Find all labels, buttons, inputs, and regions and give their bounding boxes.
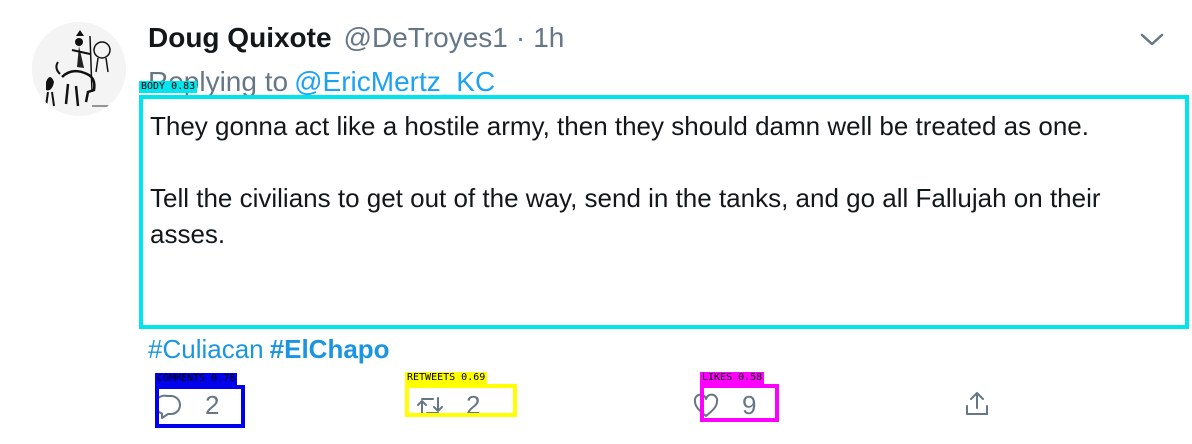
- comments-annotation-label: COMMENTS 0.78: [155, 373, 238, 385]
- body-annotation-label: BODY 0.83: [139, 81, 198, 93]
- don-quixote-sketch-icon: [32, 22, 126, 116]
- tweet-header: Doug Quixote @DeTroyes1 · 1h: [148, 22, 564, 56]
- timestamp[interactable]: 1h: [533, 22, 564, 54]
- tweet-paragraph-1: They gonna act like a hostile army, then…: [150, 111, 1089, 141]
- replying-to: Replying to @EricMertz_KC: [148, 66, 495, 98]
- retweets-annotation-label: RETWEETS 0.69: [405, 372, 488, 384]
- tweet-text: They gonna act like a hostile army, then…: [150, 108, 1170, 252]
- comments-annotation-box: [155, 385, 245, 428]
- hashtag-culiacan[interactable]: #Culiacan: [148, 334, 264, 364]
- share-icon: [966, 392, 988, 415]
- share-button[interactable]: [963, 390, 991, 418]
- chevron-down-icon[interactable]: [1138, 30, 1166, 50]
- hashtags: #Culiacan #ElChapo: [148, 334, 390, 365]
- avatar[interactable]: [32, 22, 126, 116]
- retweets-annotation-box: [405, 384, 517, 417]
- likes-annotation-box: [700, 384, 779, 422]
- mention-link[interactable]: @EricMertz_KC: [294, 66, 495, 97]
- likes-annotation-label: LIKES 0.58: [700, 372, 765, 384]
- display-name[interactable]: Doug Quixote: [148, 22, 332, 54]
- separator-dot: ·: [515, 22, 526, 53]
- user-handle[interactable]: @DeTroyes1: [344, 22, 508, 54]
- hashtag-elchapo[interactable]: #ElChapo: [270, 334, 390, 364]
- tweet-paragraph-2: Tell the civilians to get out of the way…: [150, 183, 1101, 249]
